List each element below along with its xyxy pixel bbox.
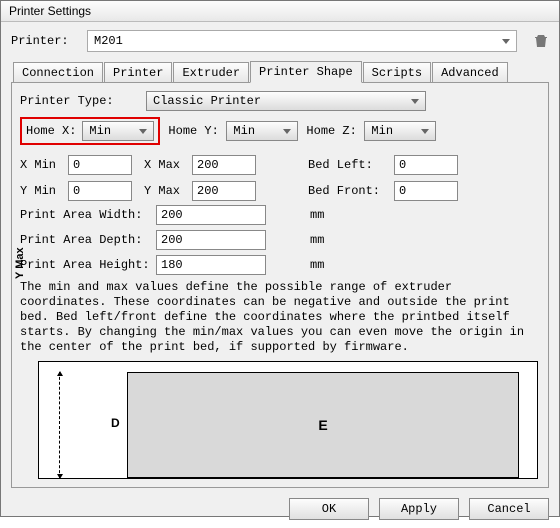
printer-label: Printer:	[11, 34, 79, 48]
home-row: Home X: Min Home Y: Min Home Z:	[20, 117, 540, 145]
tab-printer-shape[interactable]: Printer Shape	[250, 61, 362, 83]
area-width-input[interactable]	[156, 205, 266, 225]
home-y-value: Min	[233, 124, 255, 138]
tab-printer[interactable]: Printer	[104, 62, 172, 83]
tab-extruder[interactable]: Extruder	[173, 62, 249, 83]
home-y-label: Home Y:	[168, 124, 220, 138]
printer-row: Printer: M201	[11, 30, 549, 52]
tab-connection[interactable]: Connection	[13, 62, 103, 83]
area-depth-unit: mm	[310, 233, 324, 247]
diagram-y-arrow	[59, 372, 60, 478]
window-title: Printer Settings	[1, 1, 559, 22]
home-z-label: Home Z:	[306, 124, 358, 138]
printer-settings-window: Printer Settings Printer: M201 Connectio…	[0, 0, 560, 517]
ymin-input[interactable]	[68, 181, 132, 201]
xmax-label: X Max	[144, 158, 186, 172]
xmin-label: X Min	[20, 158, 62, 172]
area-height-input[interactable]	[156, 255, 266, 275]
home-z-select[interactable]: Min	[364, 121, 436, 141]
description-text: The min and max values define the possib…	[20, 280, 540, 355]
area-width-unit: mm	[310, 208, 324, 222]
chevron-down-icon	[139, 129, 147, 134]
xmin-input[interactable]	[68, 155, 132, 175]
printer-type-label: Printer Type:	[20, 94, 140, 108]
home-z-value: Min	[371, 124, 393, 138]
chevron-down-icon	[421, 129, 429, 134]
window-body: Printer: M201 Connection Printer Extrude…	[1, 22, 559, 492]
dialog-buttons: OK Apply Cancel	[1, 492, 559, 528]
printer-select-value: M201	[94, 34, 123, 48]
area-height-label: Print Area Height:	[20, 258, 150, 272]
home-x-highlight: Home X: Min	[20, 117, 160, 145]
home-y-cell: Home Y: Min	[168, 121, 298, 141]
printer-type-row: Printer Type: Classic Printer	[20, 91, 540, 111]
area-height-unit: mm	[310, 258, 324, 272]
diagram-ymax-label: Y Max	[14, 247, 26, 279]
ymax-input[interactable]	[192, 181, 256, 201]
xmax-input[interactable]	[192, 155, 256, 175]
area-depth-input[interactable]	[156, 230, 266, 250]
bed-left-input[interactable]	[394, 155, 458, 175]
area-depth-label: Print Area Depth:	[20, 233, 150, 247]
chevron-down-icon	[502, 39, 510, 44]
bed-left-label: Bed Left:	[308, 158, 388, 172]
ymin-label: Y Min	[20, 184, 62, 198]
tab-scripts[interactable]: Scripts	[363, 62, 431, 83]
diagram-d-label: D	[111, 416, 120, 430]
home-z-cell: Home Z: Min	[306, 121, 436, 141]
home-y-select[interactable]: Min	[226, 121, 298, 141]
area-width-label: Print Area Width:	[20, 208, 150, 222]
bed-diagram: D E	[38, 361, 538, 479]
home-x-label: Home X:	[26, 124, 76, 138]
printer-type-select[interactable]: Classic Printer	[146, 91, 426, 111]
printer-type-value: Classic Printer	[153, 94, 261, 108]
home-x-value: Min	[89, 124, 111, 138]
chevron-down-icon	[411, 99, 419, 104]
limits-grid: X Min Y Min X Max Y Max	[20, 155, 540, 201]
delete-printer-icon[interactable]	[533, 33, 549, 49]
bed-front-label: Bed Front:	[308, 184, 388, 198]
diagram-bed-rect: E	[127, 372, 519, 478]
bed-front-input[interactable]	[394, 181, 458, 201]
tabs: Connection Printer Extruder Printer Shap…	[11, 60, 549, 82]
home-x-select[interactable]: Min	[82, 121, 154, 141]
diagram-e-label: E	[318, 417, 327, 433]
tab-advanced[interactable]: Advanced	[432, 62, 508, 83]
ymax-label: Y Max	[144, 184, 186, 198]
printer-shape-panel: Printer Type: Classic Printer Home X: Mi…	[11, 82, 549, 488]
printer-select[interactable]: M201	[87, 30, 517, 52]
chevron-down-icon	[283, 129, 291, 134]
